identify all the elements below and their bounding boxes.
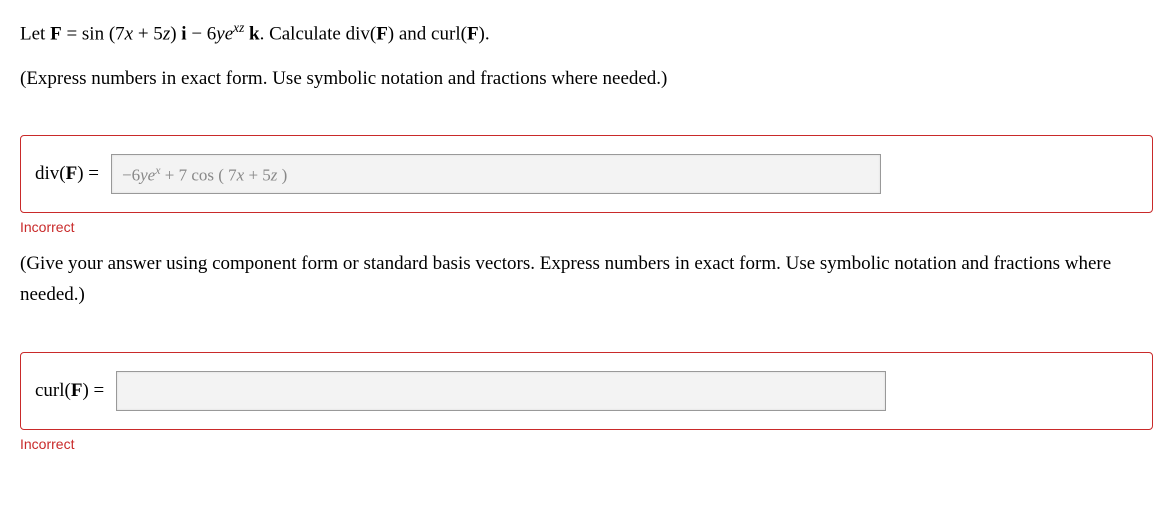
text: Let [20, 23, 50, 44]
text: ) = [77, 163, 99, 184]
vector-F: F [66, 163, 78, 184]
curl-label: curl(F) = [35, 380, 104, 402]
text: ) = [82, 380, 104, 401]
div-answer-box: div(F) = −6yex + 7 cos ( 7x + 5z ) [20, 135, 1153, 213]
vector-F: F [376, 23, 388, 44]
incorrect-label-1: Incorrect [20, 219, 1153, 235]
curl-answer-input[interactable] [116, 371, 886, 411]
text: ) and curl( [388, 23, 467, 44]
vector-F: F [467, 23, 479, 44]
vector-F: F [71, 380, 83, 401]
div-answer-input[interactable]: −6yex + 7 cos ( 7x + 5z ) [111, 154, 881, 194]
div-label: div(F) = [35, 163, 99, 185]
vector-k: k [249, 23, 260, 44]
div-answer-value: −6yex + 7 cos ( 7x + 5z ) [122, 163, 287, 186]
instructions-1: (Express numbers in exact form. Use symb… [20, 65, 1153, 94]
curl-answer-box: curl(F) = [20, 352, 1153, 430]
problem-statement: Let F = sin (7x + 5z) i − 6yexz k. Calcu… [20, 18, 1153, 49]
instructions-2: (Give your answer using component form o… [20, 249, 1153, 310]
text: div( [35, 163, 66, 184]
vector-F: F [50, 23, 62, 44]
var-y: y [216, 23, 224, 44]
incorrect-label-2: Incorrect [20, 436, 1153, 452]
text: − 6 [187, 23, 217, 44]
var-e: e [225, 23, 233, 44]
text: + 5 [133, 23, 163, 44]
text: curl( [35, 380, 71, 401]
text: ) [170, 23, 181, 44]
var-x: x [125, 23, 133, 44]
text: . Calculate div( [260, 23, 377, 44]
text: ). [479, 23, 490, 44]
text: = sin (7 [62, 23, 125, 44]
exponent-xz: xz [233, 20, 244, 35]
